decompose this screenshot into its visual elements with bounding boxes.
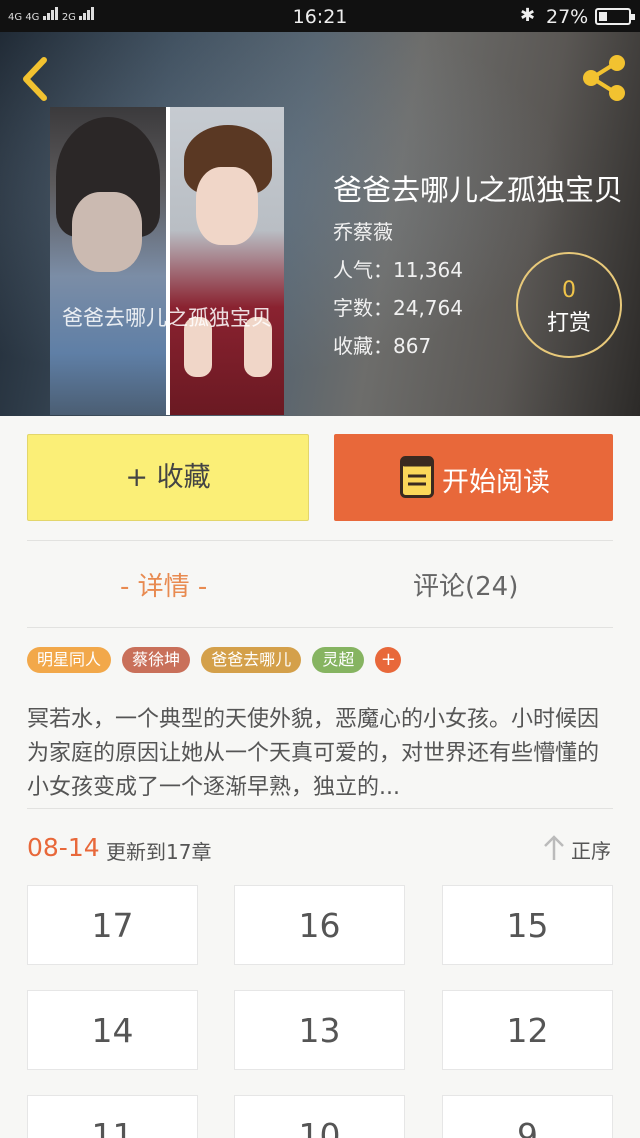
battery-percent: 27%: [546, 6, 589, 28]
update-date: 08-14: [27, 833, 100, 862]
battery-icon: [595, 8, 635, 25]
book-icon: [400, 456, 434, 498]
popularity-stat: 人气：11,364: [333, 258, 463, 282]
chapter-button[interactable]: 16: [234, 885, 405, 965]
tip-label: 打赏: [546, 311, 591, 336]
clock: 16:21: [292, 6, 348, 28]
book-header: 爸爸去哪儿之孤独宝贝 爸爸去哪儿之孤独宝贝 乔蔡薇 人气：11,364 字数：2…: [0, 32, 640, 416]
chapter-button[interactable]: 15: [442, 885, 613, 965]
chapter-button[interactable]: 13: [234, 990, 405, 1070]
chapter-button[interactable]: 14: [27, 990, 198, 1070]
favorites-stat: 收藏：867: [333, 334, 432, 358]
sort-order-button[interactable]: 正序: [543, 834, 615, 863]
tag-item[interactable]: 明星同人: [27, 647, 112, 673]
chapter-button[interactable]: 17: [27, 885, 198, 965]
tip-count: 0: [562, 278, 576, 303]
book-title: 爸爸去哪儿之孤独宝贝: [333, 173, 624, 207]
share-icon: [583, 55, 625, 101]
book-summary[interactable]: 冥若水，一个典型的天使外貌，恶魔心的小女孩。小时候因为家庭的原因让她从一个天真可…: [27, 703, 617, 805]
tip-button[interactable]: 0 打赏: [516, 252, 622, 358]
cover-art-right: [170, 107, 284, 415]
tag-item[interactable]: 爸爸去哪儿: [201, 647, 302, 673]
chapter-button[interactable]: 12: [442, 990, 613, 1070]
tag-item[interactable]: 蔡徐坤: [122, 647, 191, 673]
tag-list: 明星同人 蔡徐坤 爸爸去哪儿 灵超 +: [27, 647, 407, 673]
tab-comments[interactable]: 评论(24): [413, 566, 518, 603]
tab-detail[interactable]: - 详情 -: [120, 566, 207, 603]
update-status: 更新到17章: [106, 840, 212, 864]
divider: [27, 808, 613, 809]
word-count-stat: 字数：24,764: [333, 296, 463, 320]
chapter-button[interactable]: 11: [27, 1095, 198, 1138]
tag-item[interactable]: 灵超: [312, 647, 365, 673]
back-button[interactable]: [16, 54, 56, 104]
share-button[interactable]: [578, 52, 630, 104]
start-reading-button[interactable]: 开始阅读: [334, 434, 613, 521]
divider: [27, 540, 613, 541]
arrow-up-icon: [544, 835, 564, 860]
status-bar: 4G 4G 2G 16:21 ✱ 27%: [0, 0, 640, 32]
book-author[interactable]: 乔蔡薇: [333, 216, 393, 245]
book-cover: 爸爸去哪儿之孤独宝贝: [50, 107, 284, 415]
sort-label: 正序: [571, 839, 611, 863]
cover-art-left: [50, 107, 166, 415]
add-tag-button[interactable]: +: [375, 647, 402, 673]
cover-title: 爸爸去哪儿之孤独宝贝: [62, 306, 272, 330]
bluetooth-icon: ✱: [520, 5, 536, 26]
chapter-button[interactable]: 10: [234, 1095, 405, 1138]
chevron-left-icon: [23, 57, 47, 101]
chapter-button[interactable]: 9: [442, 1095, 613, 1138]
divider: [27, 627, 613, 628]
start-reading-label: 开始阅读: [442, 467, 550, 498]
add-to-favorites-button[interactable]: + 收藏: [27, 434, 309, 521]
